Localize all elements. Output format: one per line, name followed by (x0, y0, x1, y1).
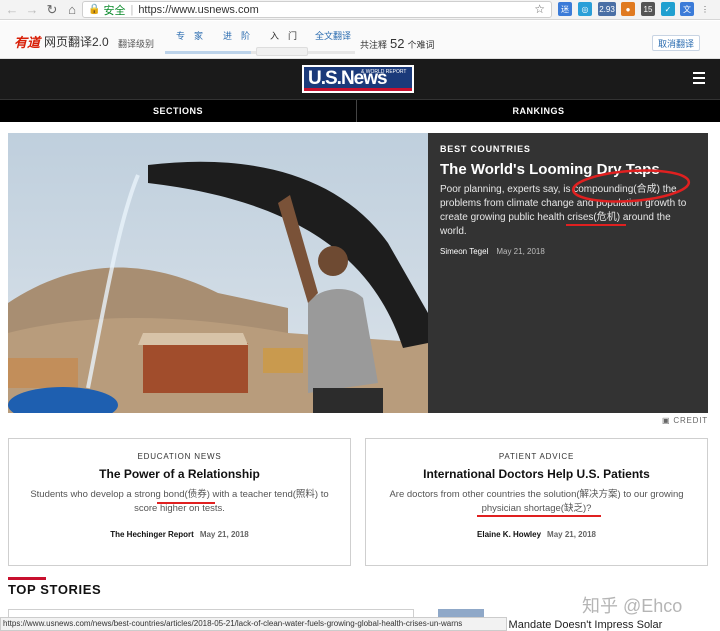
cancel-translation-button[interactable]: 取消翻译 (652, 35, 700, 51)
hero-underline (566, 224, 626, 226)
card-byline: The Hechinger Report May 21, 2018 (110, 530, 249, 539)
story-headline[interactable]: v Mandate Doesn't Impress Solar (500, 619, 662, 631)
hero-image[interactable] (8, 133, 428, 413)
card-title[interactable]: International Doctors Help U.S. Patients (366, 467, 707, 481)
home-icon[interactable]: ⌂ (64, 2, 80, 18)
url-text: https://www.usnews.com (138, 3, 259, 16)
usnews-logo[interactable]: U.S.News & WORLD REPORT (302, 65, 414, 93)
status-bar-url: https://www.usnews.com/news/best-countri… (0, 617, 507, 631)
level-option-full[interactable]: 全文翻译 (315, 29, 351, 42)
card-patient[interactable]: PATIENT ADVICE International Doctors Hel… (365, 438, 708, 566)
back-arrow-icon[interactable]: ← (4, 2, 20, 18)
extension-icon-4[interactable]: ● (621, 2, 635, 16)
photo-credit[interactable]: ▣ CREDIT (662, 416, 708, 425)
card1-underline (157, 502, 215, 504)
card-kicker[interactable]: EDUCATION NEWS (9, 452, 350, 461)
reload-icon[interactable]: ↻ (44, 2, 60, 18)
watermark: 知乎 @Ehco (582, 596, 683, 616)
extension-icon-3[interactable]: 2.93 (598, 2, 616, 16)
card2-underline (477, 515, 601, 517)
card-kicker[interactable]: PATIENT ADVICE (366, 452, 707, 461)
hamburger-menu-icon[interactable] (693, 72, 705, 84)
nav-rankings[interactable]: RANKINGS (357, 100, 720, 122)
url-separator: | (130, 3, 134, 16)
level-label: 翻译级别 (118, 39, 155, 49)
camera-icon: ▣ (662, 416, 674, 425)
nav-sections[interactable]: SECTIONS (0, 100, 356, 122)
top-stories-title: TOP STORIES (8, 582, 102, 597)
hero-kicker[interactable]: BEST COUNTRIES (440, 144, 531, 154)
youdao-name: 网页翻译2.0 (44, 35, 109, 49)
site-header: U.S.News & WORLD REPORT (0, 59, 720, 99)
card-summary: Are doctors from other countries the sol… (389, 489, 684, 514)
card-title[interactable]: The Power of a Relationship (9, 467, 350, 481)
extension-icon-2[interactable]: ◎ (578, 2, 592, 16)
extension-icon-1[interactable]: 迷 (558, 2, 572, 16)
card-byline: Elaine K. Howley May 21, 2018 (477, 530, 596, 539)
extension-icon-7[interactable]: 文 (680, 2, 694, 16)
hero-byline: Simeon Tegel May 21, 2018 (440, 247, 545, 256)
secure-label: 安全 (103, 4, 126, 17)
hero-date: May 21, 2018 (496, 247, 545, 256)
address-bar[interactable]: 🔒 安全 | https://www.usnews.com ☆ (82, 1, 552, 18)
youdao-logo: 有道 (14, 35, 41, 50)
red-ellipse-annotation (571, 169, 691, 203)
forward-arrow-icon[interactable]: → (24, 2, 40, 18)
extension-icon-5[interactable]: 15 (641, 2, 655, 16)
site-nav: SECTIONS RANKINGS (0, 99, 720, 122)
browser-toolbar: ← → ↻ ⌂ 🔒 安全 | https://www.usnews.com ☆ … (0, 0, 720, 20)
lock-icon: 🔒 (88, 4, 101, 15)
menu-icon[interactable]: ⋮ (698, 2, 712, 16)
extension-icon-6[interactable]: ✓ (661, 2, 675, 16)
level-option-expert[interactable]: 专 家 (176, 29, 203, 42)
level-slider-handle[interactable] (256, 47, 308, 56)
top-stories-accent (8, 577, 46, 580)
translation-bar: 有道 网页翻译2.0 翻译级别 专 家 进 阶 入 门 全文翻译 共注释 52 个难… (0, 21, 720, 59)
hero-author[interactable]: Simeon Tegel (440, 247, 488, 256)
bookmark-star-icon[interactable]: ☆ (534, 2, 545, 16)
level-option-advanced[interactable]: 进 阶 (223, 29, 250, 42)
level-option-beginner[interactable]: 入 门 (270, 29, 297, 42)
word-count: 共注释 52 个难词 (360, 36, 435, 51)
